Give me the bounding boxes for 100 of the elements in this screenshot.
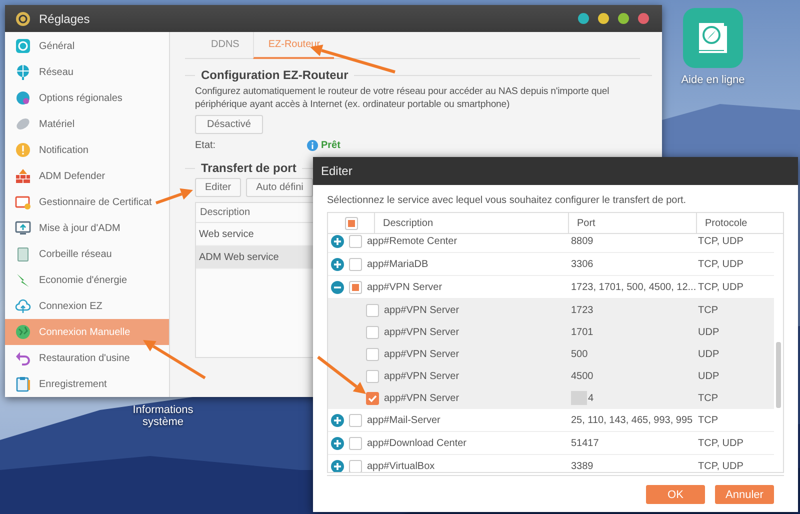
table-cell: TCP, UDP xyxy=(698,258,744,270)
alert-icon xyxy=(15,142,31,158)
annotation-arrow xyxy=(143,340,206,380)
table-cell: TCP xyxy=(698,304,718,316)
table-cell: UDP xyxy=(698,326,720,338)
table-cell: TCP xyxy=(698,392,718,404)
sidebar-item[interactable]: Réseau xyxy=(5,59,169,85)
expand-button[interactable] xyxy=(331,436,344,450)
description-text: Configurez automatiquement le routeur de votre réseau pour accéder au NAS depuis n'importe quel périphérique ayant accès à Internet (ex. ordinateur portable ou smartphone) xyxy=(195,85,610,111)
instruction-text: Sélectionnez le service avec lequel vous souhaitez configurer le transfert de port. xyxy=(327,195,688,206)
expand-button[interactable] xyxy=(331,414,344,426)
table-cell: Web service xyxy=(199,228,254,240)
table-cell: 1723, 1701, 500, 4500, 12... xyxy=(571,282,696,292)
toolbar-button[interactable]: Auto défini xyxy=(246,178,314,197)
table-cell: app#VPN Server xyxy=(384,392,460,404)
table-cell: UDP xyxy=(698,370,720,382)
globe-icon xyxy=(15,324,31,340)
sidebar-item[interactable]: Matériel xyxy=(5,111,169,137)
window-control-button[interactable] xyxy=(598,13,609,24)
checkbox[interactable] xyxy=(366,326,379,338)
table-cell: app#MariaDB xyxy=(367,258,428,270)
sidebar-item[interactable]: Restauration d'usine xyxy=(5,345,169,371)
window-title: Réglages xyxy=(39,12,91,26)
table-cell: app#VirtualBox xyxy=(367,460,435,472)
table-cell: 3306 xyxy=(571,258,594,270)
trash-icon xyxy=(15,246,31,262)
sidebar-item[interactable]: Corbeille réseau xyxy=(5,241,169,267)
status-label: Etat: xyxy=(195,140,217,151)
sidebar-item[interactable]: Notification xyxy=(5,137,169,163)
cloud-icon xyxy=(15,298,31,314)
tab[interactable]: DDNS xyxy=(197,32,254,59)
table-cell: 4500 xyxy=(571,370,594,382)
section-heading: Transfert de port xyxy=(201,161,296,175)
table-cell: 25, 110, 143, 465, 993, 995 xyxy=(571,414,693,426)
checkbox[interactable] xyxy=(349,280,362,294)
toolbar-button[interactable]: Editer xyxy=(195,178,242,197)
checkbox[interactable] xyxy=(349,436,362,450)
checkbox[interactable] xyxy=(349,460,362,472)
annotation-arrow xyxy=(317,356,366,394)
sidebar-item[interactable]: Economie d'énergie xyxy=(5,267,169,293)
expand-button[interactable] xyxy=(331,460,344,472)
table-cell: ADM Web service xyxy=(199,252,279,262)
table-cell: app#VPN Server xyxy=(384,304,460,316)
checkbox[interactable] xyxy=(366,348,379,360)
sidebar-item[interactable]: Mise à jour d'ADM xyxy=(5,215,169,241)
dialog-title: Editer xyxy=(321,164,352,178)
column-header: Protocole xyxy=(705,218,748,228)
checkbox[interactable] xyxy=(349,258,362,270)
sidebar-item[interactable]: Enregistrement xyxy=(5,371,169,397)
table-cell: app#VPN Server xyxy=(384,326,460,338)
checkbox[interactable] xyxy=(366,304,379,316)
checkmark-icon xyxy=(368,394,377,402)
scrollbar-thumb[interactable] xyxy=(776,342,781,408)
collapse-button[interactable] xyxy=(331,280,344,294)
table-cell: app#Mail-Server xyxy=(367,414,440,426)
sidebar-item[interactable]: ADM Defender xyxy=(5,163,169,189)
table-row[interactable]: ADM Web service xyxy=(196,246,313,269)
table-cell: TCP, UDP xyxy=(698,460,744,472)
table-cell: 500 xyxy=(571,348,588,360)
brick-wall-icon xyxy=(15,168,31,184)
table-cell: UDP xyxy=(698,348,720,360)
table-cell: app#VPN Server xyxy=(384,348,460,360)
checkbox[interactable] xyxy=(349,414,362,426)
checkbox[interactable] xyxy=(366,370,379,382)
window-control-button[interactable] xyxy=(618,13,629,24)
annotation-arrow xyxy=(156,188,193,204)
gear-icon xyxy=(15,10,31,26)
table-cell: 1723 xyxy=(571,304,594,316)
globe-icon xyxy=(15,90,31,106)
checkbox[interactable] xyxy=(344,216,358,230)
globe-icon xyxy=(15,64,31,80)
table-cell: 4 xyxy=(588,392,594,404)
expand-button[interactable] xyxy=(331,258,344,270)
checkbox[interactable] xyxy=(349,234,362,248)
column-header: Description xyxy=(383,218,434,228)
window-control-button[interactable] xyxy=(638,13,649,24)
table-cell: app#VPN Server xyxy=(384,370,460,382)
table-cell: 8809 xyxy=(571,236,594,246)
window-control-button[interactable] xyxy=(578,13,589,24)
disk-icon xyxy=(15,116,31,132)
toggle-button[interactable]: Désactivé xyxy=(195,115,263,134)
section-heading: Configuration EZ-Routeur xyxy=(201,68,348,82)
sidebar-item[interactable]: Connexion EZ xyxy=(5,293,169,319)
checkbox[interactable] xyxy=(366,392,379,404)
expand-button[interactable] xyxy=(331,234,344,248)
sidebar-item[interactable]: Gestionnaire de Certificat xyxy=(5,189,169,215)
column-header: Port xyxy=(577,218,596,228)
table-cell: app#Download Center xyxy=(367,438,467,448)
table-cell: TCP, UDP xyxy=(698,438,744,448)
sidebar-item[interactable]: Général xyxy=(5,33,169,59)
table-cell: 1701 xyxy=(571,326,594,338)
desktop-icon-label[interactable]: Informations système xyxy=(118,404,208,428)
clipboard-icon xyxy=(15,376,31,392)
certificate-icon xyxy=(15,194,31,210)
table-cell: TCP xyxy=(698,414,718,426)
table-cell: 3389 xyxy=(571,460,594,472)
sidebar-item[interactable]: Options régionales xyxy=(5,85,169,111)
help-app-icon[interactable] xyxy=(683,8,743,68)
square-icon xyxy=(15,38,31,54)
table-cell: 51417 xyxy=(571,438,599,448)
